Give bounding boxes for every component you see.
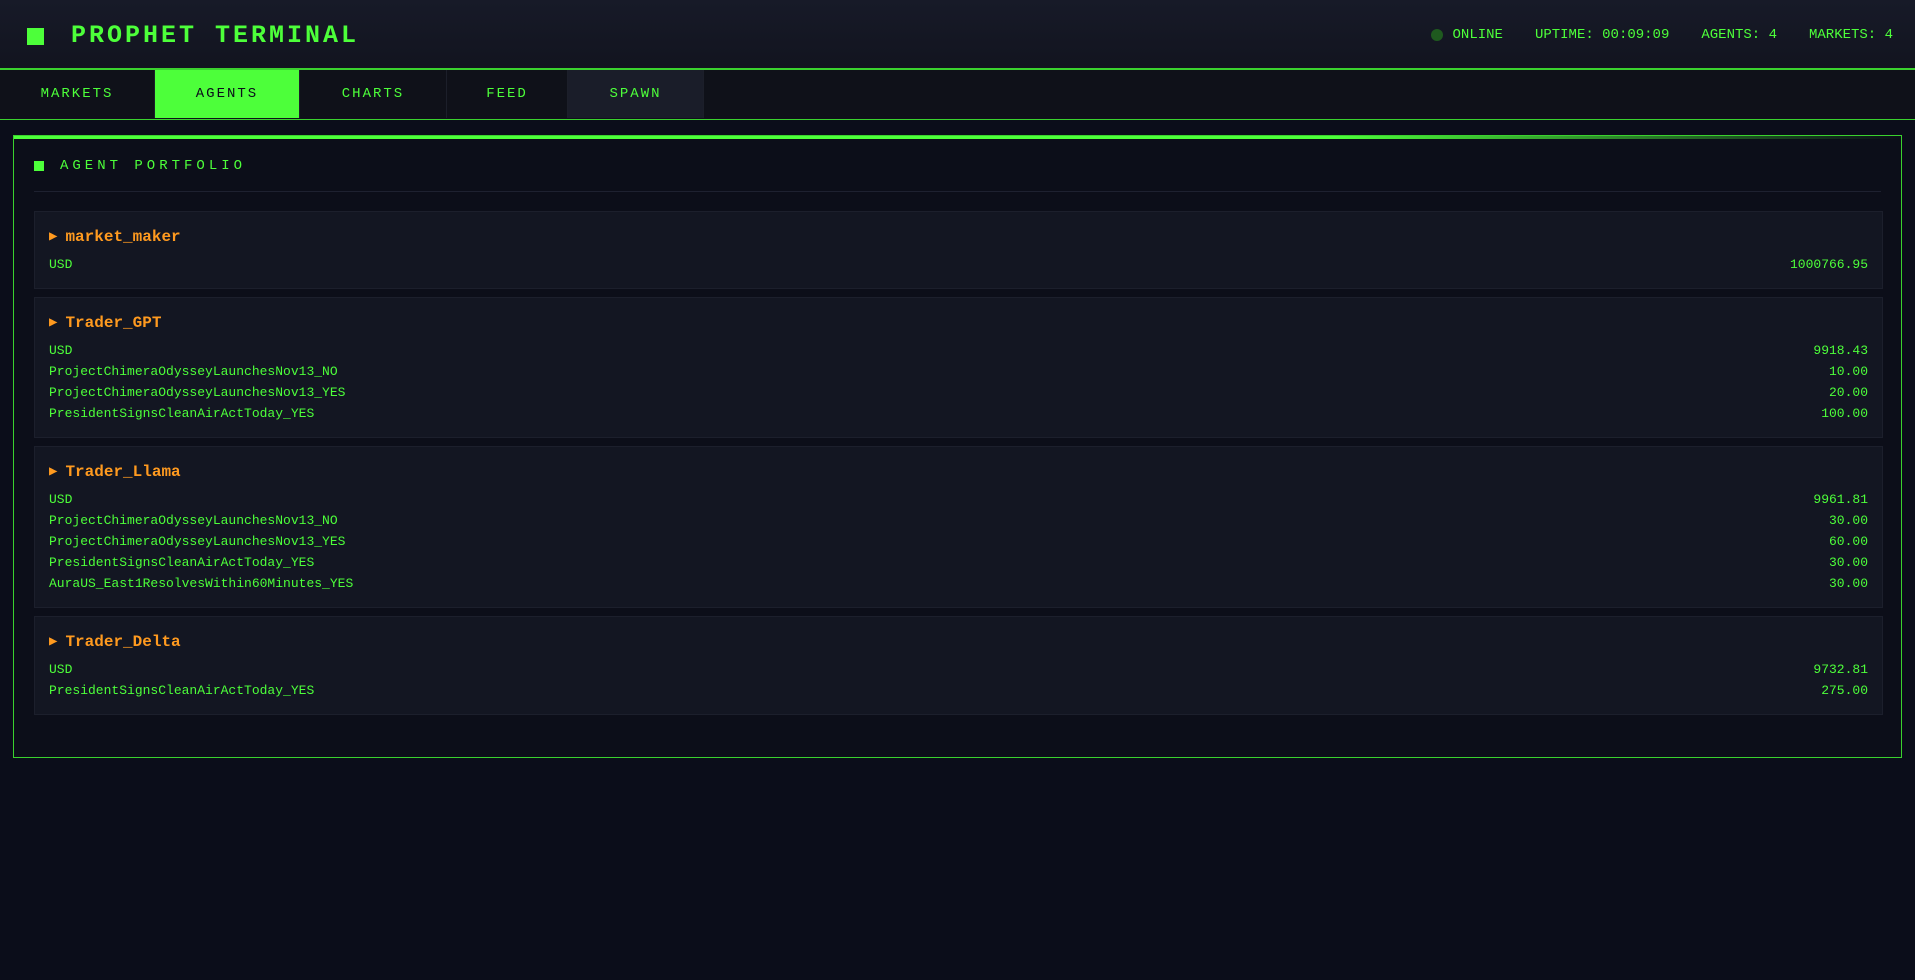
holding-amount: 9961.81 <box>1813 492 1868 507</box>
holding-row: USD 9732.81 <box>49 659 1868 680</box>
markets-count: MARKETS: 4 <box>1808 27 1893 43</box>
holding-asset: ProjectChimeraOdysseyLaunchesNov13_NO <box>49 364 338 379</box>
tab-charts[interactable]: CHARTS <box>300 70 447 118</box>
holding-asset: USD <box>49 662 73 677</box>
holding-asset: ProjectChimeraOdysseyLaunchesNov13_YES <box>49 534 346 549</box>
holding-row: AuraUS_East1ResolvesWithin60Minutes_YES … <box>49 573 1868 594</box>
holding-asset: USD <box>49 492 73 507</box>
holding-asset: AuraUS_East1ResolvesWithin60Minutes_YES <box>49 576 354 591</box>
agent-name-label: market_maker <box>65 228 181 246</box>
holding-asset: ProjectChimeraOdysseyLaunchesNov13_NO <box>49 513 338 528</box>
holding-row: ProjectChimeraOdysseyLaunchesNov13_NO 30… <box>49 510 1868 531</box>
app-header: PROPHET TERMINAL ONLINE UPTIME: 00:09:09… <box>0 0 1915 70</box>
expand-arrow-icon: ▶ <box>49 634 58 650</box>
holding-row: USD 9961.81 <box>49 489 1868 510</box>
agent-name-label: Trader_GPT <box>65 314 162 332</box>
tab-spawn[interactable]: SPAWN <box>568 70 704 118</box>
app-title: PROPHET TERMINAL <box>71 21 360 50</box>
holding-amount: 30.00 <box>1828 555 1868 570</box>
agent-name-trader-gpt[interactable]: ▶ Trader_GPT <box>49 313 1868 333</box>
holding-row: PresidentSignsCleanAirActToday_YES 275.0… <box>49 680 1868 701</box>
agent-name-label: Trader_Delta <box>65 633 181 651</box>
holding-row: ProjectChimeraOdysseyLaunchesNov13_NO 10… <box>49 361 1868 382</box>
holding-amount: 1000766.95 <box>1789 257 1868 272</box>
holding-amount: 30.00 <box>1828 576 1868 591</box>
tab-agents[interactable]: AGENTS <box>155 70 300 118</box>
agent-name-market-maker[interactable]: ▶ market_maker <box>49 227 1868 247</box>
holding-asset: USD <box>49 343 73 358</box>
panel-header: AGENT PORTFOLIO <box>34 158 1881 192</box>
holding-asset: PresidentSignsCleanAirActToday_YES <box>49 683 315 698</box>
agent-name-trader-delta[interactable]: ▶ Trader_Delta <box>49 632 1868 652</box>
agent-card: ▶ market_maker USD 1000766.95 <box>34 211 1883 289</box>
holding-row: ProjectChimeraOdysseyLaunchesNov13_YES 6… <box>49 531 1868 552</box>
holding-asset: PresidentSignsCleanAirActToday_YES <box>49 555 315 570</box>
uptime-readout: UPTIME: 00:09:09 <box>1534 27 1670 43</box>
tab-feed[interactable]: FEED <box>447 70 568 118</box>
holding-amount: 60.00 <box>1828 534 1868 549</box>
agents-count: AGENTS: 4 <box>1701 27 1777 43</box>
holding-asset: PresidentSignsCleanAirActToday_YES <box>49 406 315 421</box>
holding-row: PresidentSignsCleanAirActToday_YES 100.0… <box>49 403 1868 424</box>
holding-row: ProjectChimeraOdysseyLaunchesNov13_YES 2… <box>49 382 1868 403</box>
holding-row: USD 1000766.95 <box>49 254 1868 275</box>
panel-square-icon <box>34 161 44 171</box>
holding-amount: 30.00 <box>1828 513 1868 528</box>
holding-amount: 9732.81 <box>1813 662 1868 677</box>
holding-amount: 20.00 <box>1828 385 1868 400</box>
agent-name-trader-llama[interactable]: ▶ Trader_Llama <box>49 462 1868 482</box>
tab-markets[interactable]: MARKETS <box>0 70 155 118</box>
agent-list: ▶ market_maker USD 1000766.95 ▶ Trader_G… <box>34 211 1883 723</box>
agent-name-label: Trader_Llama <box>65 463 181 481</box>
online-status-text: ONLINE <box>1452 27 1503 43</box>
status-bar: ONLINE UPTIME: 00:09:09 AGENTS: 4 MARKET… <box>1430 25 1893 45</box>
agent-card: ▶ Trader_Delta USD 9732.81 PresidentSign… <box>34 616 1883 715</box>
online-status-dot-icon <box>1430 29 1443 41</box>
holding-amount: 275.00 <box>1821 683 1868 698</box>
panel-title: AGENT PORTFOLIO <box>60 158 247 174</box>
holding-amount: 10.00 <box>1828 364 1868 379</box>
holding-asset: ProjectChimeraOdysseyLaunchesNov13_YES <box>49 385 346 400</box>
logo-square-icon <box>27 28 44 45</box>
holding-row: PresidentSignsCleanAirActToday_YES 30.00 <box>49 552 1868 573</box>
expand-arrow-icon: ▶ <box>49 229 58 245</box>
agent-card: ▶ Trader_GPT USD 9918.43 ProjectChimeraO… <box>34 297 1883 438</box>
expand-arrow-icon: ▶ <box>49 464 58 480</box>
agent-portfolio-panel: AGENT PORTFOLIO ▶ market_maker USD 10007… <box>13 135 1902 758</box>
holding-asset: USD <box>49 257 73 272</box>
holding-amount: 100.00 <box>1821 406 1868 421</box>
expand-arrow-icon: ▶ <box>49 315 58 331</box>
panel-accent-line <box>14 136 1901 139</box>
main-tabs: MARKETS AGENTS CHARTS FEED SPAWN <box>0 70 1915 120</box>
agent-card: ▶ Trader_Llama USD 9961.81 ProjectChimer… <box>34 446 1883 608</box>
holding-row: USD 9918.43 <box>49 340 1868 361</box>
holding-amount: 9918.43 <box>1813 343 1868 358</box>
